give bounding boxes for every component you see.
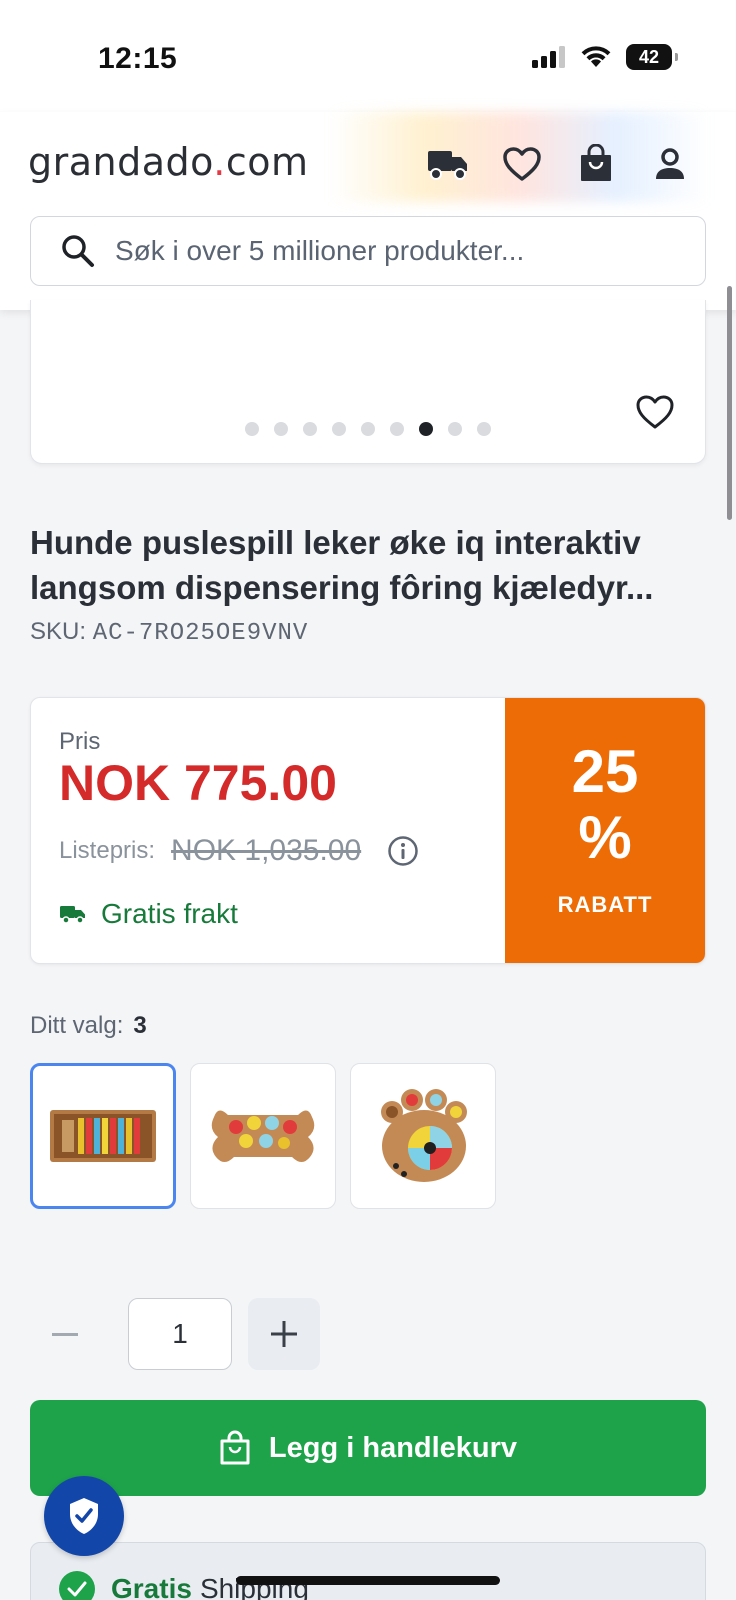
wifi-icon [581, 46, 611, 67]
carousel-dot[interactable] [303, 422, 317, 436]
shipping-info-box: Gratis Shipping [30, 1542, 706, 1600]
paw-puzzle-thumbnail [381, 1089, 467, 1182]
free-shipping-row: Gratis frakt [59, 898, 238, 930]
variant-rectangle-puzzle[interactable] [30, 1063, 176, 1209]
variant-choice-value: 3 [133, 1012, 147, 1039]
carousel-dot[interactable] [274, 422, 288, 436]
carousel-dots [245, 422, 491, 436]
status-time: 12:15 [98, 42, 178, 75]
home-indicator[interactable] [236, 1576, 500, 1585]
carousel-dot[interactable] [390, 422, 404, 436]
add-to-cart-button[interactable]: Legg i handlekurv [30, 1400, 706, 1496]
carousel-dot[interactable] [477, 422, 491, 436]
current-price: NOK 775.00 [59, 755, 337, 811]
bone-puzzle-thumbnail [211, 1110, 315, 1162]
cellular-signal-icon [532, 46, 565, 68]
quantity-stepper: 1 [40, 1298, 320, 1370]
increase-quantity-button[interactable] [248, 1298, 320, 1370]
price-label: Pris [59, 728, 101, 755]
discount-word: RABATT [557, 892, 653, 917]
site-logo[interactable]: grandado.com [28, 140, 309, 184]
favorite-heart-icon[interactable] [635, 392, 675, 432]
discount-number: 25 [571, 738, 639, 805]
discount-badge: 25 % RABATT [505, 698, 705, 963]
variant-bone-puzzle[interactable] [190, 1063, 336, 1209]
variant-selector [30, 1063, 496, 1209]
minus-icon [52, 1332, 78, 1336]
quantity-input[interactable]: 1 [128, 1298, 232, 1370]
battery-icon: 42 [626, 44, 678, 70]
list-price-label: Listepris: [59, 837, 156, 864]
shopping-bag-icon [220, 1430, 250, 1465]
status-bar: 12:15 42 [0, 0, 736, 112]
check-circle-icon [59, 1571, 95, 1600]
shopping-bag-icon[interactable] [574, 142, 618, 186]
site-header: grandado.com Søk i over 5 millioner prod… [0, 112, 736, 310]
decrease-quantity-button[interactable] [40, 1309, 90, 1359]
product-image-carousel[interactable] [30, 300, 706, 464]
free-label: Gratis [111, 1573, 192, 1600]
header-actions [426, 142, 692, 186]
search-input[interactable]: Søk i over 5 millioner produkter... [30, 216, 706, 286]
heart-icon[interactable] [500, 142, 544, 186]
status-icons: 42 [532, 44, 678, 70]
shield-check-icon [70, 1498, 98, 1534]
search-placeholder: Søk i over 5 millioner produkter... [115, 235, 525, 266]
add-to-cart-label: Legg i handlekurv [268, 1431, 518, 1464]
product-title: Hunde puslespill leker øke iq interaktiv… [30, 524, 654, 606]
carousel-dot[interactable] [419, 422, 433, 436]
plus-icon [271, 1321, 297, 1347]
carousel-dot[interactable] [332, 422, 346, 436]
search-icon [62, 235, 94, 267]
product-sku: SKU: AC-7RO25OE9VNV [30, 618, 308, 647]
truck-icon[interactable] [426, 142, 470, 186]
trust-shield-button[interactable] [44, 1476, 124, 1556]
carousel-dot[interactable] [448, 422, 462, 436]
discount-percent-sign: % [578, 804, 632, 871]
variant-choice-label: Ditt valg: 3 [30, 1012, 147, 1039]
price-card: Pris NOK 775.00 Listepris: NOK 1,035.00 … [30, 697, 706, 964]
carousel-dot[interactable] [245, 422, 259, 436]
sku-value: AC-7RO25OE9VNV [92, 620, 309, 647]
info-icon[interactable] [387, 835, 419, 867]
free-shipping-text: Gratis frakt [101, 898, 238, 929]
user-icon[interactable] [648, 142, 692, 186]
truck-icon [60, 906, 85, 924]
list-price: NOK 1,035.00 [171, 834, 362, 867]
carousel-dot[interactable] [361, 422, 375, 436]
sku-label: SKU: [30, 618, 87, 645]
scrollbar[interactable] [727, 286, 732, 520]
list-price-row: Listepris: NOK 1,035.00 [59, 834, 419, 868]
variant-paw-puzzle[interactable] [350, 1063, 496, 1209]
rectangle-puzzle-thumbnail [50, 1110, 156, 1162]
